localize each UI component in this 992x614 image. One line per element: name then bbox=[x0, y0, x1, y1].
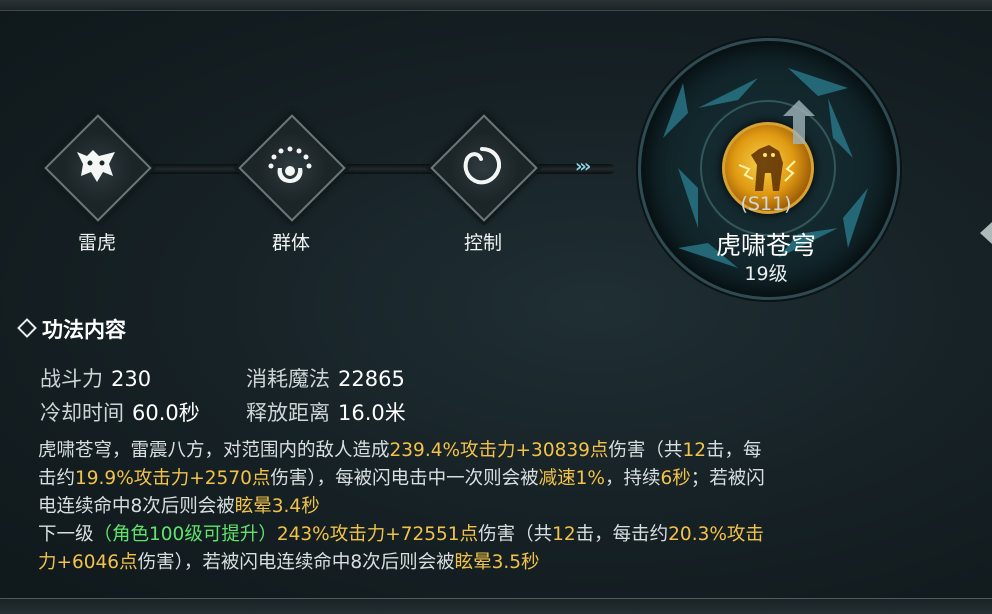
stat-cooldown-value: 60.0秒 bbox=[132, 401, 200, 425]
swirl-icon bbox=[452, 136, 512, 196]
desc-next-per-hit: 20.3%攻击 bbox=[668, 524, 764, 545]
skill-name: 虎啸苍穹 bbox=[715, 231, 816, 260]
group-icon bbox=[260, 136, 320, 196]
desc-per-hit-damage: 19.9%攻击力+2570点 bbox=[75, 468, 271, 489]
skill-chain-line bbox=[95, 164, 615, 174]
stat-mana-value: 22865 bbox=[338, 367, 405, 391]
desc-text: 虎啸苍穹，雷震八方，对范围内的敌人造成 bbox=[38, 440, 390, 461]
desc-line-4: 下一级（角色100级可提升）243%攻击力+72551点伤害（共12击，每击约2… bbox=[38, 521, 938, 549]
desc-text: ；若被闪 bbox=[690, 468, 765, 489]
desc-hit-count: 12 bbox=[682, 440, 706, 461]
stat-cooldown-label: 冷却时间 bbox=[40, 401, 124, 425]
tiger-head-icon bbox=[66, 136, 126, 196]
tag-label-control: 控制 bbox=[463, 232, 502, 254]
bottom-frame-strip bbox=[0, 598, 992, 614]
desc-text: 伤害（共 bbox=[478, 524, 553, 545]
section-diamond-icon bbox=[17, 318, 37, 338]
desc-text: 伤害（共 bbox=[608, 440, 683, 461]
collapse-arrow-icon[interactable] bbox=[980, 222, 992, 244]
desc-text: 电连续命中8次后则会被 bbox=[38, 496, 235, 517]
desc-slow: 减速1% bbox=[538, 468, 605, 489]
desc-line-1: 虎啸苍穹，雷震八方，对范围内的敌人造成239.4%攻击力+30839点伤害（共1… bbox=[38, 437, 938, 465]
desc-text: 击，每 bbox=[705, 440, 762, 461]
skill-level: 19级 bbox=[744, 263, 788, 285]
skill-description: 虎啸苍穹，雷震八方，对范围内的敌人造成239.4%攻击力+30839点伤害（共1… bbox=[38, 437, 938, 577]
desc-text: ，持续 bbox=[605, 468, 661, 489]
stat-mana: 消耗魔法 22865 bbox=[246, 363, 405, 393]
desc-stun: 眩晕3.4秒 bbox=[234, 496, 320, 517]
desc-unlock-condition: （角色100级可提升） bbox=[93, 524, 277, 545]
tag-label-thunder-tiger: 雷虎 bbox=[77, 232, 116, 254]
stat-range-value: 16.0米 bbox=[338, 401, 406, 425]
desc-next-damage: 243%攻击力+72551点 bbox=[276, 524, 479, 545]
desc-line-3: 电连续命中8次后则会被眩晕3.4秒 bbox=[38, 493, 938, 521]
section-title: 功法内容 bbox=[42, 318, 126, 342]
desc-next-per-hit-flat: 力+6046点 bbox=[38, 552, 138, 573]
desc-text: 伤害），若被闪电连续命中8次后则会被 bbox=[137, 552, 455, 573]
desc-text: 击约 bbox=[38, 468, 76, 489]
stat-mana-label: 消耗魔法 bbox=[246, 367, 330, 391]
stat-power-label: 战斗力 bbox=[40, 367, 103, 391]
desc-next-stun: 眩晕3.5秒 bbox=[454, 552, 540, 573]
desc-line-5: 力+6046点伤害），若被闪电连续命中8次后则会被眩晕3.5秒 bbox=[38, 549, 938, 577]
desc-text: 伤害），每被闪电击中一次则会被 bbox=[270, 468, 539, 489]
stat-range: 释放距离 16.0米 bbox=[246, 397, 406, 427]
desc-next-level-label: 下一级 bbox=[38, 524, 94, 545]
chain-chevrons: ››› bbox=[575, 156, 591, 177]
stat-power: 战斗力 230 bbox=[40, 363, 151, 393]
desc-next-hit-count: 12 bbox=[552, 524, 576, 545]
desc-line-2: 击约19.9%攻击力+2570点伤害），每被闪电击中一次则会被减速1%，持续6秒… bbox=[38, 465, 938, 493]
stat-power-value: 230 bbox=[111, 367, 152, 391]
upgrade-arrow-icon bbox=[783, 100, 815, 144]
stat-cooldown: 冷却时间 60.0秒 bbox=[40, 397, 200, 427]
desc-duration: 6秒 bbox=[660, 468, 691, 489]
tag-label-group: 群体 bbox=[271, 232, 310, 254]
top-frame-strip bbox=[0, 0, 992, 11]
desc-text: 击，每击约 bbox=[575, 524, 669, 545]
stat-range-label: 释放距离 bbox=[246, 401, 330, 425]
desc-damage: 239.4%攻击力+30839点 bbox=[389, 440, 609, 461]
skill-code: (S11) bbox=[740, 193, 792, 215]
